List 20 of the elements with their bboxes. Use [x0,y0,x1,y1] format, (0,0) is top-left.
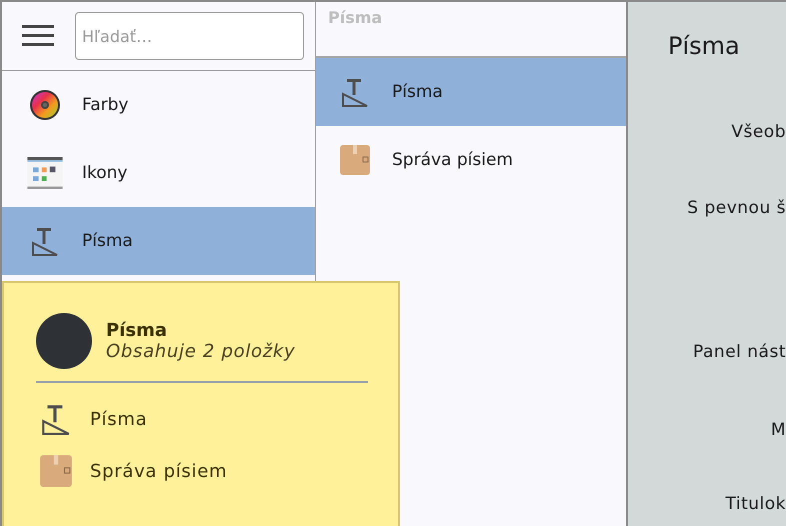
font-package-icon [39,454,73,488]
tooltip-title: Písma [106,320,168,341]
page-title: Písma [668,32,740,60]
sidebar-item[interactable]: Ikony [2,139,315,207]
category-item[interactable]: Písma [316,58,626,126]
color-wheel-icon [29,89,61,121]
tooltip-item: Správa písiem [90,460,228,482]
menu-icon[interactable] [22,25,54,47]
setting-label: Všeob [731,122,786,142]
tooltip-subtitle: Obsahuje 2 položky [106,341,296,362]
setting-label: Panel nást [693,342,786,362]
setting-label: S pevnou š [687,198,786,218]
setting-label: Titulok [726,494,786,514]
category-item[interactable]: Správa písiem [316,126,626,194]
sidebar-item[interactable]: Farby [2,71,315,139]
search-field[interactable]: Hľadať… [75,12,304,60]
sidebar-item[interactable]: Písma [2,207,315,275]
font-package-icon [339,144,371,176]
setting-label: M [770,420,786,440]
tooltip-item: Písma [90,408,148,430]
